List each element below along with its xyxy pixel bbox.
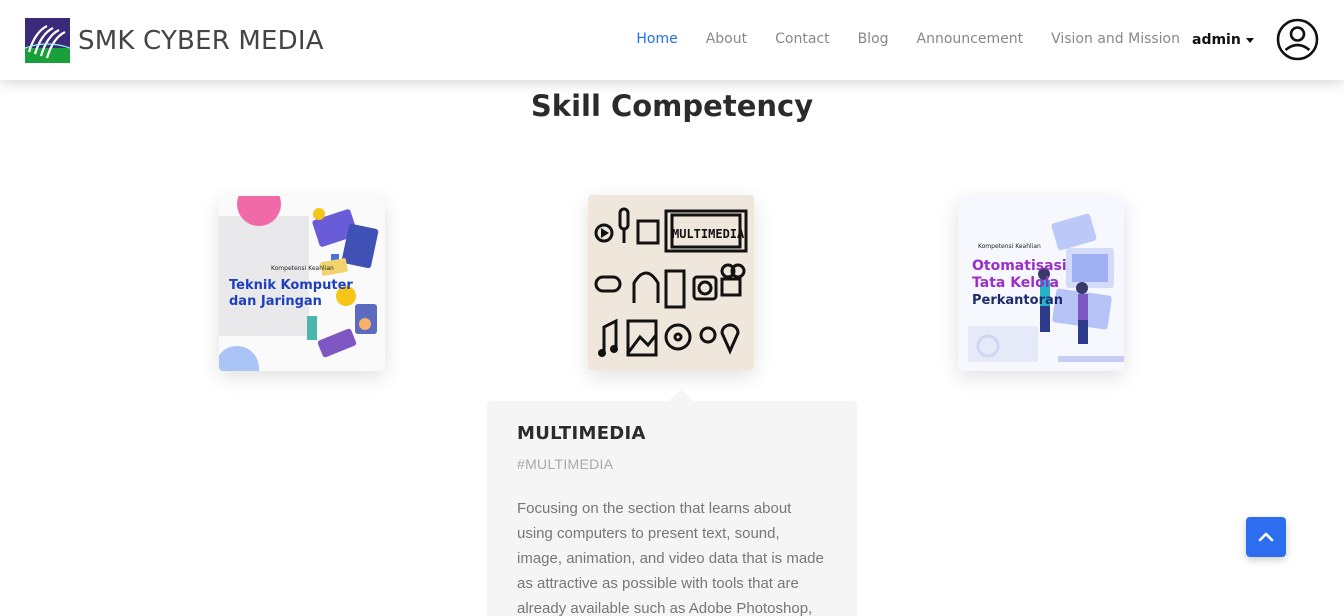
multimedia-card-label: MULTIMEDIA — [672, 227, 745, 241]
nav-item-about[interactable]: About — [706, 31, 747, 47]
user-dropdown[interactable]: admin — [1192, 32, 1254, 48]
nav-item-blog[interactable]: Blog — [858, 31, 889, 47]
tkj-title-line2: dan Jaringan — [229, 294, 322, 309]
chevron-up-icon — [1258, 532, 1274, 542]
nav-item-vision-mission[interactable]: Vision and Mission — [1051, 31, 1180, 47]
otkp-illustration: Kompetensi Keahlian Otomatisasi Tata Kel… — [958, 196, 1124, 371]
tkj-title-line1: Teknik Komputer — [229, 278, 353, 293]
back-to-top-button[interactable] — [1246, 517, 1286, 557]
user-circle-icon[interactable] — [1276, 18, 1319, 61]
competency-card-tkj[interactable]: Kompetensi Keahlian Teknik Komputer dan … — [219, 196, 385, 371]
competency-card-otkp[interactable]: Kompetensi Keahlian Otomatisasi Tata Kel… — [958, 196, 1124, 371]
brand-name: SMK CYBER MEDIA — [78, 25, 324, 56]
nav-item-home[interactable]: Home — [636, 31, 677, 47]
multimedia-icons-illustration: MULTIMEDIA — [588, 195, 754, 370]
section-title: Skill Competency — [530, 89, 814, 123]
detail-tag: #MULTIMEDIA — [517, 456, 614, 472]
otkp-subtitle: Kompetensi Keahlian — [978, 243, 1041, 250]
caret-down-icon — [1245, 37, 1254, 43]
detail-description: Focusing on the section that learns abou… — [517, 500, 824, 616]
otkp-title-line1: Otomatisasi — [972, 258, 1067, 274]
user-dropdown-label: admin — [1192, 32, 1241, 48]
nav-item-contact[interactable]: Contact — [775, 31, 829, 47]
competency-detail-panel: MULTIMEDIA #MULTIMEDIA Focusing on the s… — [487, 401, 857, 616]
nav-item-announcement[interactable]: Announcement — [917, 31, 1024, 47]
tkj-subtitle: Kompetensi Keahlian — [271, 265, 334, 272]
otkp-title-line2: Tata Kelola — [972, 275, 1059, 291]
detail-title: MULTIMEDIA — [517, 423, 646, 444]
school-logo-icon — [25, 18, 70, 63]
detail-pointer — [669, 389, 693, 401]
competency-card-multimedia[interactable]: MULTIMEDIA — [588, 195, 754, 370]
tkj-illustration: Kompetensi Keahlian Teknik Komputer dan … — [219, 196, 385, 371]
navbar: SMK CYBER MEDIA Home About Contact Blog … — [0, 0, 1344, 80]
nav-menu: Home About Contact Blog Announcement Vis… — [608, 31, 1180, 47]
brand[interactable]: SMK CYBER MEDIA — [25, 18, 324, 63]
otkp-title-line3: Perkantoran — [972, 293, 1063, 308]
